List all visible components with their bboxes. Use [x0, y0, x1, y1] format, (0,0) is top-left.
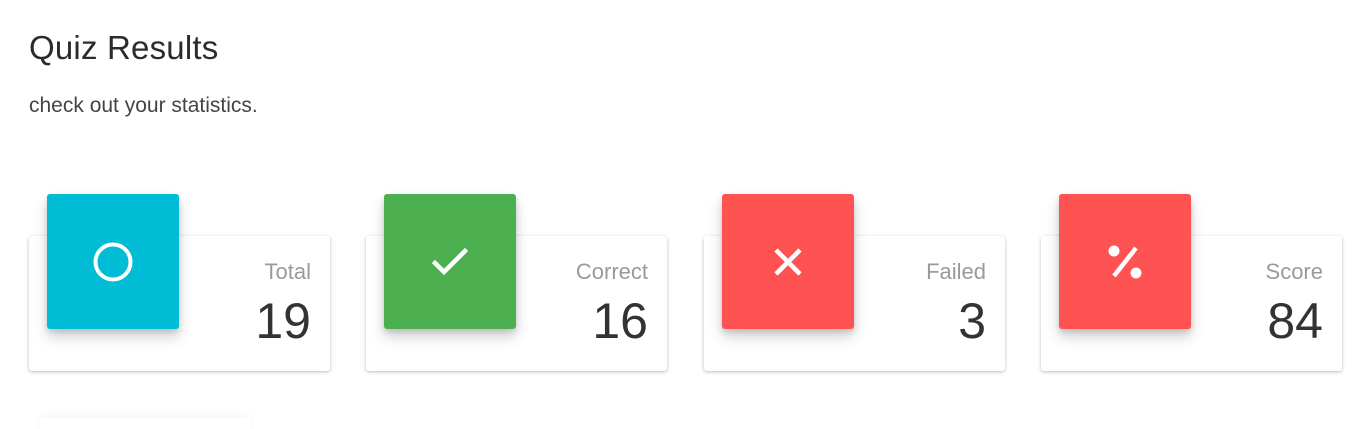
check-icon	[430, 242, 470, 282]
stat-label: Score	[1265, 259, 1323, 284]
stat-label: Total	[264, 259, 311, 284]
stat-card-failed: Failed 3	[704, 194, 1005, 371]
percent-icon	[1105, 242, 1145, 282]
failed-icon-box	[722, 194, 854, 329]
stat-value: 16	[592, 293, 648, 349]
stat-card-correct: Correct 16	[366, 194, 667, 371]
partial-card-shadow	[40, 418, 250, 429]
score-icon-box	[1059, 194, 1191, 329]
close-icon	[771, 245, 805, 279]
stat-card-total: Total 19	[29, 194, 330, 371]
stat-value: 19	[255, 293, 311, 349]
stat-label: Correct	[575, 259, 648, 284]
stat-value: 84	[1267, 293, 1323, 349]
page-subtitle: check out your statistics.	[29, 94, 258, 117]
correct-icon-box	[384, 194, 516, 329]
stat-value: 3	[958, 293, 986, 349]
circle-icon	[92, 241, 134, 283]
total-icon-box	[47, 194, 179, 329]
quiz-results-page: Quiz Results check out your statistics. …	[0, 0, 1360, 429]
stat-label: Failed	[926, 259, 986, 284]
stat-card-score: Score 84	[1041, 194, 1342, 371]
page-title: Quiz Results	[29, 29, 219, 66]
